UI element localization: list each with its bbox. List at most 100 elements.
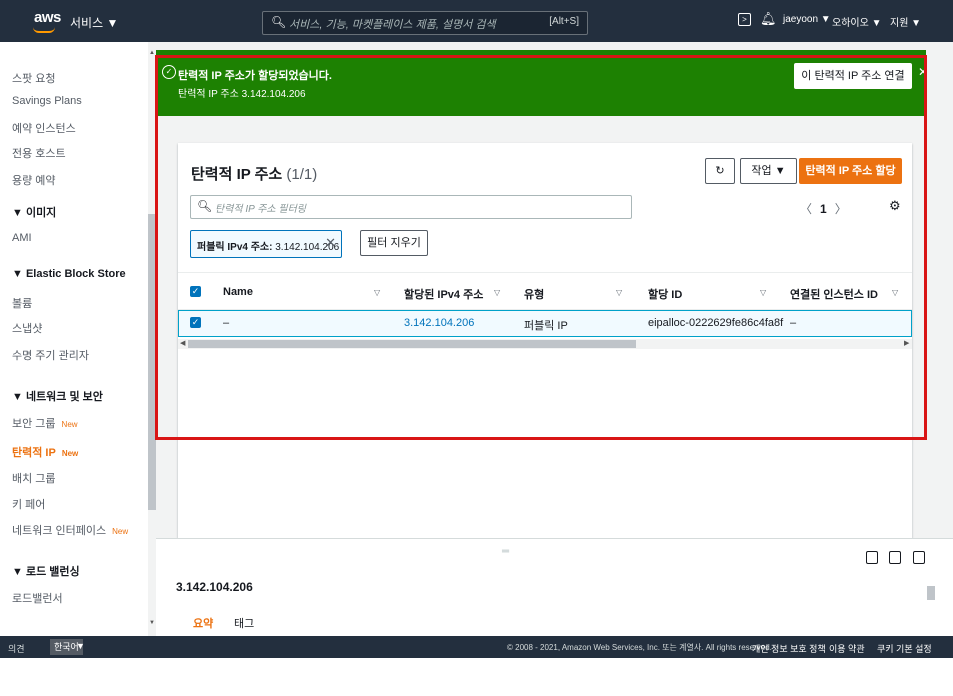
cell-ipv4[interactable]: 3.142.104.206 [404,317,474,329]
global-search[interactable]: 🔍︎ 서비스, 기능, 마켓플레이스 제품, 설명서 검색 [Alt+S] [262,11,588,35]
sidebar-item-label: Savings Plans [12,95,82,107]
sidebar-item[interactable]: 네트워크 인터페이스 New [12,522,128,538]
detail-title: 3.142.104.206 [176,580,253,594]
sidebar-scroll-thumb[interactable] [148,214,156,510]
bell-icon[interactable]: 🔔︎ [760,11,777,27]
select-all-checkbox[interactable]: ✓ [190,286,201,297]
aws-logo[interactable]: aws [34,9,61,26]
next-page-icon[interactable]: 〉 [835,202,847,216]
sort-icon[interactable]: ▽ [494,288,500,297]
panel-title-text: 탄력적 IP 주소 [191,166,283,183]
sidebar-item[interactable]: 용량 예약 [12,172,56,188]
filter-input[interactable]: 🔍︎ 탄력적 IP 주소 필터링 [190,195,632,219]
privacy-link[interactable]: 개인 정보 보호 정책 [752,642,826,655]
gear-icon[interactable]: ⚙ [889,198,901,214]
sort-icon[interactable]: ▽ [616,288,622,297]
page-number[interactable]: 1 [820,202,827,216]
sidebar-item[interactable]: 전용 호스트 [12,145,66,161]
search-shortcut: [Alt+S] [549,16,579,27]
aws-logo-smile [33,27,55,33]
panel-bottom-icon[interactable] [866,551,878,564]
resize-handle-icon[interactable]: ═ [502,546,509,557]
sidebar-item-label: 로드밸런서 [12,593,63,605]
clear-filters-button[interactable]: 필터 지우기 [360,230,428,256]
chevron-down-icon[interactable]: ▼ [76,641,85,651]
support-menu[interactable]: 지원 ▼ [890,14,921,29]
sidebar-section-header[interactable]: ▼ 네트워크 및 보안 [12,388,103,404]
sidebar-item[interactable]: 로드밸런서 [12,590,63,606]
cloudshell-icon[interactable]: > [738,13,751,26]
new-badge: New [112,527,129,536]
sidebar-item[interactable]: AMI [12,232,32,244]
sidebar-item-label: 배치 그룹 [12,473,56,485]
sidebar-item-label: 탄력적 IP [12,447,56,459]
col-header-type[interactable]: 유형 [524,286,544,302]
col-header-ipv4[interactable]: 할당된 IPv4 주소 [404,286,483,302]
flash-title: 탄력적 IP 주소가 할당되었습니다. [178,70,332,82]
scroll-left-icon[interactable]: ◀ [180,339,185,347]
scroll-right-icon[interactable]: ▶ [904,339,909,347]
user-menu[interactable]: jaeyoon ▼ [783,14,831,25]
sidebar-section-header[interactable]: ▼ Elastic Block Store [12,268,126,280]
actions-dropdown[interactable]: 작업 ▼ [740,158,797,184]
detail-scroll-thumb[interactable] [927,586,935,600]
scroll-down-icon[interactable]: ▼ [149,620,155,626]
sidebar-item[interactable]: 볼륨 [12,295,32,311]
sidebar-item[interactable]: 스팟 요청 [12,70,56,86]
search-icon: 🔍︎ [271,15,287,29]
cell-name: – [223,317,230,329]
panel-close-icon[interactable] [913,551,925,564]
sidebar-item-label: ▼ 이미지 [12,207,57,219]
panel-side-icon[interactable] [889,551,901,564]
close-icon[interactable]: ✕ [918,65,928,79]
cookies-link[interactable]: 쿠키 기본 설정 [877,642,932,655]
search-placeholder: 서비스, 기능, 마켓플레이스 제품, 설명서 검색 [289,19,496,31]
sidebar-item[interactable]: Savings Plans [12,95,82,107]
col-header-name[interactable]: Name [223,286,253,298]
cell-type: 퍼블릭 IP [524,320,568,332]
row-checkbox[interactable]: ✓ [190,317,201,328]
sidebar-item[interactable]: 수명 주기 관리자 [12,347,89,363]
prev-page-icon[interactable]: 〈 [800,202,812,216]
check-circle-icon: ✓ [162,65,176,79]
sidebar-item-label: 네트워크 인터페이스 [12,525,107,537]
sort-icon[interactable]: ▽ [892,288,898,297]
terms-link[interactable]: 이용 약관 [829,642,865,655]
tab-tags[interactable]: 태그 [234,615,254,631]
cell-alloc-id: eipalloc-0222629fe86c4fa8f [648,317,784,329]
region-menu[interactable]: 오하이오 ▼ [832,14,881,29]
sidebar-section-header[interactable]: ▼ 이미지 [12,204,56,220]
sidebar-section-header[interactable]: ▼ 로드 밸런싱 [12,563,80,579]
sidebar-item[interactable]: 예약 인스턴스 [12,120,76,136]
search-icon: 🔍︎ [197,199,213,213]
filter-placeholder: 탄력적 IP 주소 필터링 [215,204,307,215]
sidebar-item-label: 예약 인스턴스 [12,123,76,135]
sort-icon[interactable]: ▽ [374,288,380,297]
services-menu[interactable]: 서비스 ▼ [70,14,118,31]
sidebar-item[interactable]: 스냅샷 [12,320,42,336]
sort-icon[interactable]: ▽ [760,288,766,297]
new-badge: New [61,449,79,458]
col-header-alloc-id[interactable]: 할당 ID [648,286,682,302]
filter-token-label: 퍼블릭 IPv4 주소: [197,242,273,253]
allocate-eip-button[interactable]: 탄력적 IP 주소 할당 [799,158,902,184]
sidebar-item[interactable]: 탄력적 IP New [12,444,78,460]
feedback-link[interactable]: 의견 [8,642,25,655]
sidebar-item-label: ▼ 네트워크 및 보안 [12,391,103,403]
table-hscroll-thumb[interactable] [188,340,636,348]
scroll-up-icon[interactable]: ▲ [149,50,155,56]
copyright: © 2008 - 2021, Amazon Web Services, Inc.… [507,643,772,652]
col-header-instance[interactable]: 연결된 인스턴스 ID [790,286,878,302]
tab-summary[interactable]: 요약 [193,615,213,631]
sidebar-item-label: 전용 호스트 [12,148,66,160]
sidebar-item[interactable]: 배치 그룹 [12,470,56,486]
top-navigation: aws 서비스 ▼ 🔍︎ 서비스, 기능, 마켓플레이스 제품, 설명서 검색 … [0,0,953,42]
associate-eip-button[interactable]: 이 탄력적 IP 주소 연결 [794,63,912,89]
sidebar-item[interactable]: 보안 그룹 New [12,415,78,431]
pagination: 〈 1 〉 [800,200,847,217]
sidebar-item[interactable]: 키 페어 [12,496,45,512]
refresh-icon: ↻ [715,165,725,177]
sidebar-item-label: 스팟 요청 [12,73,56,85]
refresh-button[interactable]: ↻ [705,158,735,184]
remove-filter-icon[interactable]: ✕ [325,235,336,251]
